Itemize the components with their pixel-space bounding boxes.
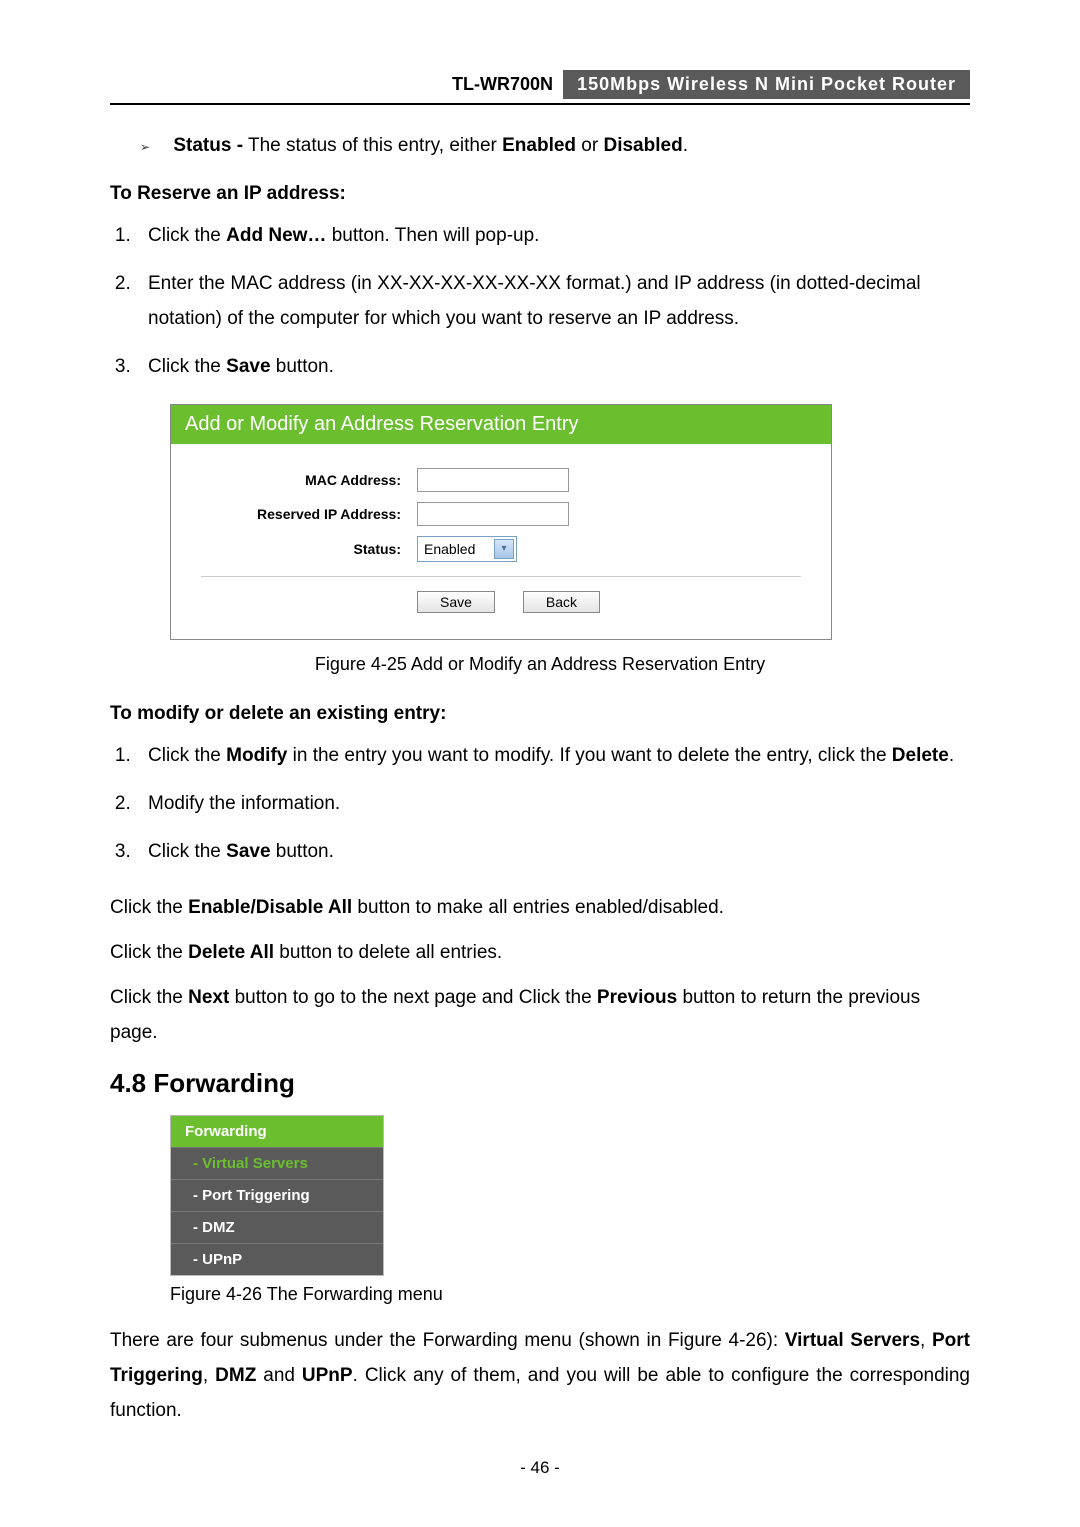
status-bullet: Status - The status of this entry, eithe… xyxy=(140,129,970,163)
reserved-ip-input[interactable] xyxy=(417,502,569,526)
figure-4-25: Add or Modify an Address Reservation Ent… xyxy=(170,404,832,640)
menu-item-upnp[interactable]: - UPnP xyxy=(171,1243,383,1275)
button-row: Save Back xyxy=(201,576,801,627)
t: button to make all entries enabled/disab… xyxy=(352,897,724,918)
reserve-steps: Click the Add New… button. Then will pop… xyxy=(110,219,970,384)
menu-item-port-triggering[interactable]: - Port Triggering xyxy=(171,1179,383,1211)
t: button to go to the next page and Click … xyxy=(229,987,597,1008)
reserve-step-1: Click the Add New… button. Then will pop… xyxy=(136,219,970,253)
modify-label: Modify xyxy=(226,745,287,766)
status-bullet-list: Status - The status of this entry, eithe… xyxy=(110,129,970,163)
section-4-8-heading: 4.8 Forwarding xyxy=(110,1068,970,1099)
mac-address-label: MAC Address: xyxy=(201,472,417,488)
t: button. xyxy=(271,356,334,377)
t: and xyxy=(256,1365,302,1386)
status-enabled: Enabled xyxy=(502,135,576,156)
upnp-label: UPnP xyxy=(302,1365,353,1386)
delete-all-para: Click the Delete All button to delete al… xyxy=(110,935,970,970)
forwarding-description: There are four submenus under the Forwar… xyxy=(110,1323,970,1428)
next-prev-para: Click the Next button to go to the next … xyxy=(110,980,970,1050)
header-description: 150Mbps Wireless N Mini Pocket Router xyxy=(563,70,970,99)
menu-item-virtual-servers[interactable]: - Virtual Servers xyxy=(171,1147,383,1179)
status-select-value: Enabled xyxy=(424,541,475,557)
delete-label: Delete xyxy=(892,745,949,766)
t: , xyxy=(203,1365,215,1386)
enable-disable-all-label: Enable/Disable All xyxy=(188,897,352,918)
t: button to delete all entries. xyxy=(274,942,502,963)
mac-address-row: MAC Address: xyxy=(201,468,801,492)
t: button. xyxy=(271,841,334,862)
next-label: Next xyxy=(188,987,229,1008)
status-select[interactable]: Enabled ▾ xyxy=(417,536,517,562)
reserve-step-3: Click the Save button. xyxy=(136,350,970,384)
status-mid: or xyxy=(576,135,603,156)
chevron-down-icon[interactable]: ▾ xyxy=(494,539,514,559)
header-bar: TL-WR700N 150Mbps Wireless N Mini Pocket… xyxy=(110,70,970,99)
save-label-2: Save xyxy=(226,841,270,862)
menu-item-dmz[interactable]: - DMZ xyxy=(171,1211,383,1243)
t: , xyxy=(920,1330,932,1351)
previous-label: Previous xyxy=(597,987,677,1008)
reserved-ip-row: Reserved IP Address: xyxy=(201,502,801,526)
delete-all-label: Delete All xyxy=(188,942,274,963)
status-end: . xyxy=(683,135,688,156)
figure-25-caption: Figure 4-25 Add or Modify an Address Res… xyxy=(110,654,970,675)
figure-25-title: Add or Modify an Address Reservation Ent… xyxy=(171,405,831,444)
dmz-label: DMZ xyxy=(215,1365,256,1386)
t: Click the xyxy=(148,356,226,377)
t: Click the xyxy=(110,897,188,918)
t: Click the xyxy=(110,987,188,1008)
status-text-1: The status of this entry, either xyxy=(243,135,502,156)
save-label: Save xyxy=(226,356,270,377)
t: Click the xyxy=(148,745,226,766)
status-field-label: Status: xyxy=(201,541,417,557)
status-row: Status: Enabled ▾ xyxy=(201,536,801,562)
modify-step-2: Modify the information. xyxy=(136,787,970,821)
header-rule xyxy=(110,103,970,105)
modify-steps: Click the Modify in the entry you want t… xyxy=(110,739,970,870)
mac-address-input[interactable] xyxy=(417,468,569,492)
virtual-servers-label: Virtual Servers xyxy=(785,1330,920,1351)
menu-head-forwarding[interactable]: Forwarding xyxy=(171,1116,383,1147)
add-new-label: Add New… xyxy=(226,225,326,246)
page-number: - 46 - xyxy=(110,1458,970,1478)
reserved-ip-label: Reserved IP Address: xyxy=(201,506,417,522)
t: . xyxy=(949,745,954,766)
t: button. Then will pop-up. xyxy=(326,225,539,246)
t: Click the xyxy=(110,942,188,963)
figure-26-caption: Figure 4-26 The Forwarding menu xyxy=(170,1284,970,1305)
modify-heading: To modify or delete an existing entry: xyxy=(110,703,970,725)
t: Click the xyxy=(148,841,226,862)
forwarding-menu: Forwarding - Virtual Servers - Port Trig… xyxy=(170,1115,384,1276)
status-label: Status - xyxy=(173,135,243,156)
reserve-step-2: Enter the MAC address (in XX-XX-XX-XX-XX… xyxy=(136,267,970,335)
header-model: TL-WR700N xyxy=(442,70,563,99)
modify-step-1: Click the Modify in the entry you want t… xyxy=(136,739,970,773)
t: Click the xyxy=(148,225,226,246)
t: in the entry you want to modify. If you … xyxy=(287,745,891,766)
page: TL-WR700N 150Mbps Wireless N Mini Pocket… xyxy=(0,0,1080,1527)
save-button[interactable]: Save xyxy=(417,591,495,613)
status-disabled: Disabled xyxy=(603,135,682,156)
modify-step-3: Click the Save button. xyxy=(136,835,970,869)
reserve-ip-heading: To Reserve an IP address: xyxy=(110,183,970,205)
back-button[interactable]: Back xyxy=(523,591,600,613)
t: There are four submenus under the Forwar… xyxy=(110,1330,785,1351)
enable-disable-all-para: Click the Enable/Disable All button to m… xyxy=(110,890,970,925)
